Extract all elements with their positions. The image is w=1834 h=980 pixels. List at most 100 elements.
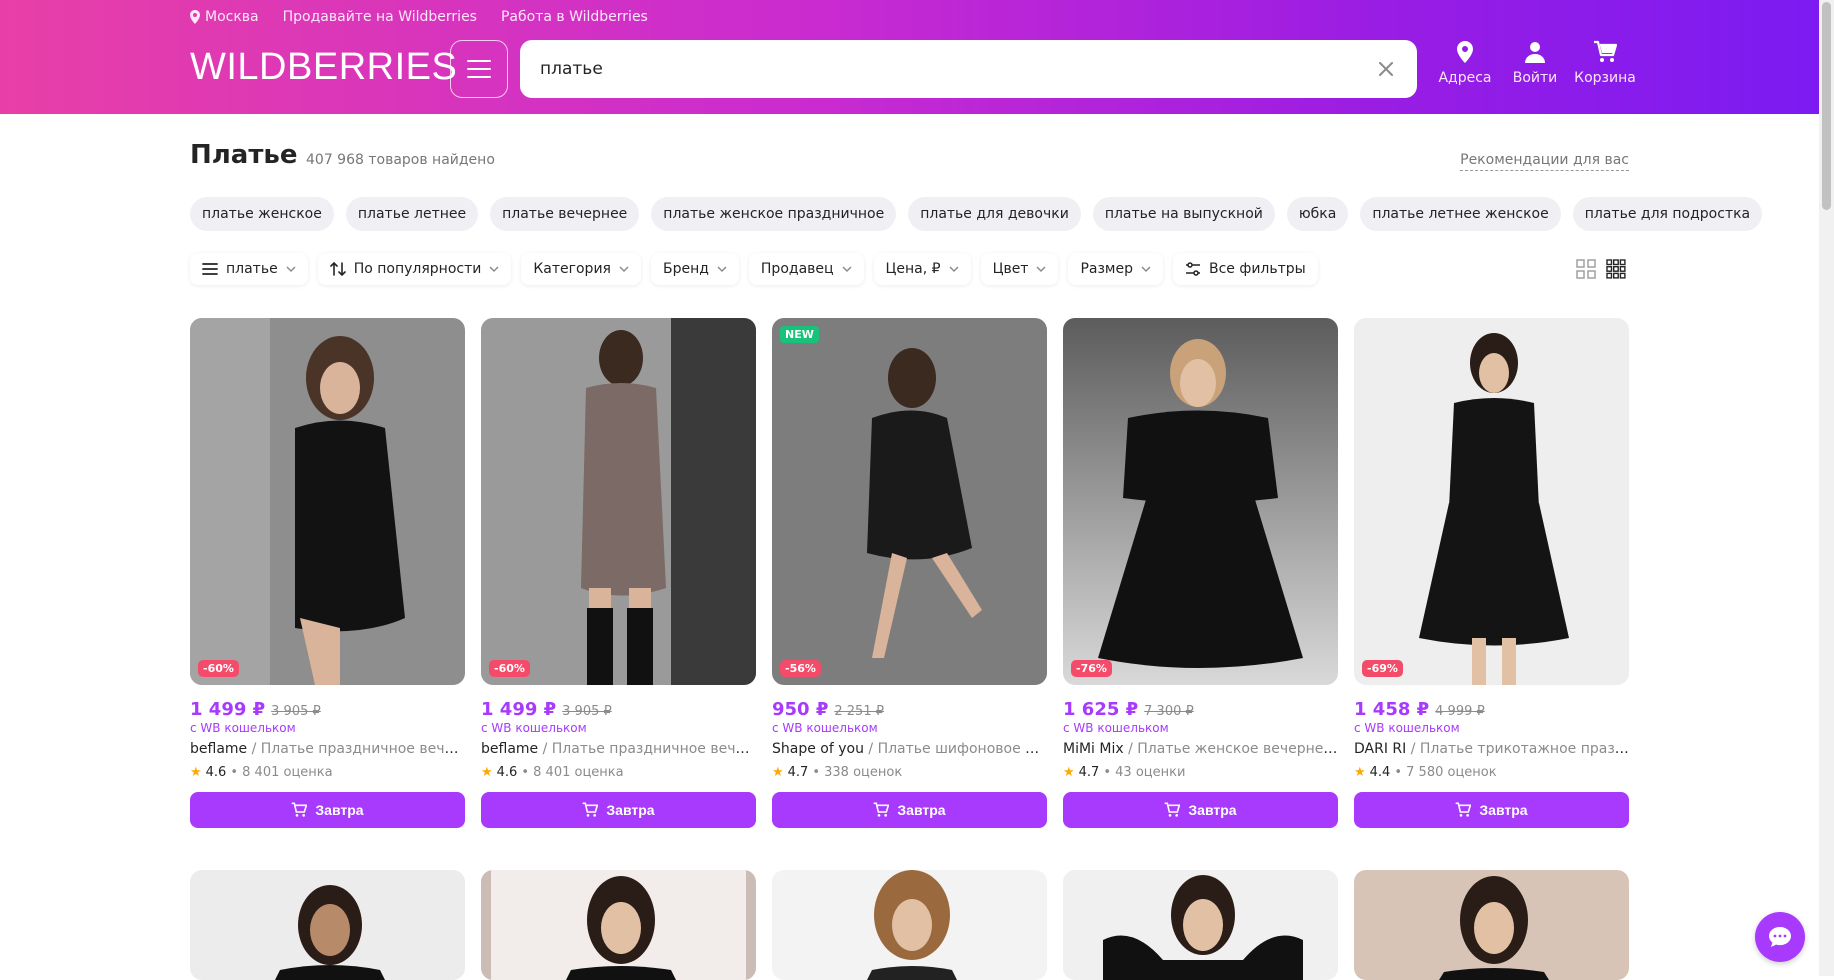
cart-icon bbox=[1594, 40, 1617, 62]
filter-label: Категория bbox=[533, 261, 611, 277]
location-pin-icon bbox=[1457, 41, 1473, 63]
wallet-note: с WB кошельком bbox=[1063, 721, 1169, 735]
product-name[interactable]: beflame / Платье праздничное вечернее bbox=[190, 741, 465, 757]
product-name[interactable]: Shape of you / Платье шифоновое в гороше… bbox=[772, 741, 1047, 757]
login-button[interactable]: Войти bbox=[1500, 40, 1570, 86]
chat-button[interactable] bbox=[1755, 912, 1805, 962]
star-icon: ★ bbox=[481, 765, 493, 780]
product-image[interactable] bbox=[190, 870, 465, 980]
chevron-down-icon bbox=[286, 266, 296, 273]
filter-size[interactable]: Размер bbox=[1068, 253, 1163, 285]
add-to-cart-button[interactable]: Завтра bbox=[481, 792, 756, 828]
site-header: Москва Продавайте на Wildberries Работа … bbox=[0, 0, 1819, 114]
product-image[interactable]: -76% bbox=[1063, 318, 1338, 685]
filter-color[interactable]: Цвет bbox=[980, 253, 1059, 285]
product-name[interactable]: DARI RI / Платье трикотажное праздничное bbox=[1354, 741, 1629, 757]
filter-label: По популярности bbox=[353, 261, 482, 277]
filter-brand[interactable]: Бренд bbox=[650, 253, 739, 285]
location-label: Москва bbox=[205, 9, 259, 25]
product-card[interactable]: -69% 1 458 ₽ 4 999 ₽ с WB кошельком DARI… bbox=[1354, 318, 1629, 828]
star-icon: ★ bbox=[1354, 765, 1366, 780]
cart-icon bbox=[583, 802, 599, 817]
scrollbar-thumb[interactable] bbox=[1822, 2, 1831, 210]
results-count: 407 968 товаров найдено bbox=[306, 152, 495, 168]
product-image[interactable]: NEW -56% bbox=[772, 318, 1047, 685]
product-image[interactable] bbox=[1063, 870, 1338, 980]
product-image[interactable]: -60% bbox=[190, 318, 465, 685]
filter-all[interactable]: Все фильтры bbox=[1173, 253, 1318, 285]
search-input[interactable] bbox=[540, 59, 1375, 79]
product-name[interactable]: MiMi Mix / Платье женское вечернее празд… bbox=[1063, 741, 1338, 757]
delivery-label: Завтра bbox=[1188, 802, 1237, 818]
sort-arrows-icon bbox=[329, 261, 346, 277]
filter-category[interactable]: Категория bbox=[521, 253, 641, 285]
reviews-count: • 338 оценок bbox=[812, 765, 903, 780]
product-image[interactable] bbox=[1354, 870, 1629, 980]
chip-item[interactable]: платье летнее bbox=[345, 197, 479, 231]
add-to-cart-button[interactable]: Завтра bbox=[190, 792, 465, 828]
rating-row: ★ 4.7 • 43 оценки bbox=[1063, 765, 1338, 780]
add-to-cart-button[interactable]: Завтра bbox=[1063, 792, 1338, 828]
chip-item[interactable]: платье на выпускной bbox=[1092, 197, 1275, 231]
grid-large-icon[interactable] bbox=[1576, 259, 1596, 279]
page-scrollbar[interactable] bbox=[1819, 0, 1834, 976]
location-link[interactable]: Москва bbox=[190, 9, 259, 25]
reviews-count: • 8 401 оценка bbox=[230, 765, 333, 780]
chip-item[interactable]: платье для девочки bbox=[908, 197, 1081, 231]
chip-item[interactable]: платье женское bbox=[190, 197, 334, 231]
filter-label: Цвет bbox=[992, 261, 1029, 277]
product-card[interactable]: -60% 1 499 ₽ 3 905 ₽ с WB кошельком befl… bbox=[481, 318, 756, 828]
add-to-cart-button[interactable]: Завтра bbox=[1354, 792, 1629, 828]
product-card[interactable]: -60% 1 499 ₽ 3 905 ₽ с WB кошельком befl… bbox=[190, 318, 465, 828]
rating-row: ★ 4.7 • 338 оценок bbox=[772, 765, 1047, 780]
wallet-note: с WB кошельком bbox=[772, 721, 878, 735]
cart-icon bbox=[874, 802, 890, 817]
filter-price[interactable]: Цена, ₽ bbox=[873, 253, 971, 285]
product-image[interactable]: -60% bbox=[481, 318, 756, 685]
chip-item[interactable]: платье вечернее bbox=[490, 197, 640, 231]
sell-link[interactable]: Продавайте на Wildberries bbox=[283, 9, 477, 25]
price-row: 1 499 ₽ 3 905 ₽ bbox=[481, 699, 756, 720]
product-image[interactable] bbox=[481, 870, 756, 980]
suggestion-chips: платье женское платье летнее платье вече… bbox=[190, 197, 1763, 231]
jobs-link[interactable]: Работа в Wildberries bbox=[501, 9, 648, 25]
close-icon[interactable] bbox=[1375, 58, 1397, 80]
reviews-count: • 43 оценки bbox=[1103, 765, 1186, 780]
price-row: 950 ₽ 2 251 ₽ bbox=[772, 699, 1047, 720]
location-pin-small-icon bbox=[190, 10, 200, 24]
rating-value: 4.6 bbox=[496, 765, 518, 780]
old-price: 2 251 ₽ bbox=[834, 704, 884, 719]
menu-button[interactable] bbox=[450, 40, 508, 98]
filter-sliders-icon bbox=[1186, 262, 1200, 276]
filter-label: Продавец bbox=[760, 261, 834, 277]
chip-item[interactable]: платье для подростка bbox=[1572, 197, 1763, 231]
product-image[interactable] bbox=[772, 870, 1047, 980]
cart-button[interactable]: Корзина bbox=[1570, 40, 1640, 86]
current-price: 1 499 ₽ bbox=[481, 699, 557, 720]
chevron-down-icon bbox=[619, 266, 629, 273]
delivery-label: Завтра bbox=[315, 802, 364, 818]
chevron-down-icon bbox=[489, 266, 499, 273]
filter-seller[interactable]: Продавец bbox=[748, 253, 864, 285]
page-title: Платье bbox=[190, 140, 298, 170]
product-card[interactable]: -76% 1 625 ₽ 7 300 ₽ с WB кошельком MiMi… bbox=[1063, 318, 1338, 828]
product-name[interactable]: beflame / Платье праздничное вечернее bbox=[481, 741, 756, 757]
login-label: Войти bbox=[1512, 70, 1558, 86]
old-price: 4 999 ₽ bbox=[1435, 704, 1485, 719]
delivery-label: Завтра bbox=[606, 802, 655, 818]
chip-item[interactable]: платье летнее женское bbox=[1360, 197, 1561, 231]
chip-item[interactable]: юбка bbox=[1286, 197, 1349, 231]
product-image[interactable]: -69% bbox=[1354, 318, 1629, 685]
brand-name: Shape of you bbox=[772, 741, 864, 757]
cart-icon bbox=[1456, 802, 1472, 817]
product-card[interactable]: NEW -56% 950 ₽ 2 251 ₽ с WB кошельком Sh… bbox=[772, 318, 1047, 828]
grid-small-icon[interactable] bbox=[1606, 259, 1626, 279]
chip-item[interactable]: платье женское праздничное bbox=[651, 197, 897, 231]
logo[interactable]: WILDBERRIES bbox=[190, 46, 457, 89]
add-to-cart-button[interactable]: Завтра bbox=[772, 792, 1047, 828]
brand-name: beflame bbox=[481, 741, 539, 757]
filter-category-query[interactable]: платье bbox=[190, 253, 308, 285]
recommendations-link[interactable]: Рекомендации для вас bbox=[1460, 152, 1629, 171]
addresses-button[interactable]: Адреса bbox=[1430, 40, 1500, 86]
filter-sort[interactable]: По популярности bbox=[317, 253, 512, 285]
